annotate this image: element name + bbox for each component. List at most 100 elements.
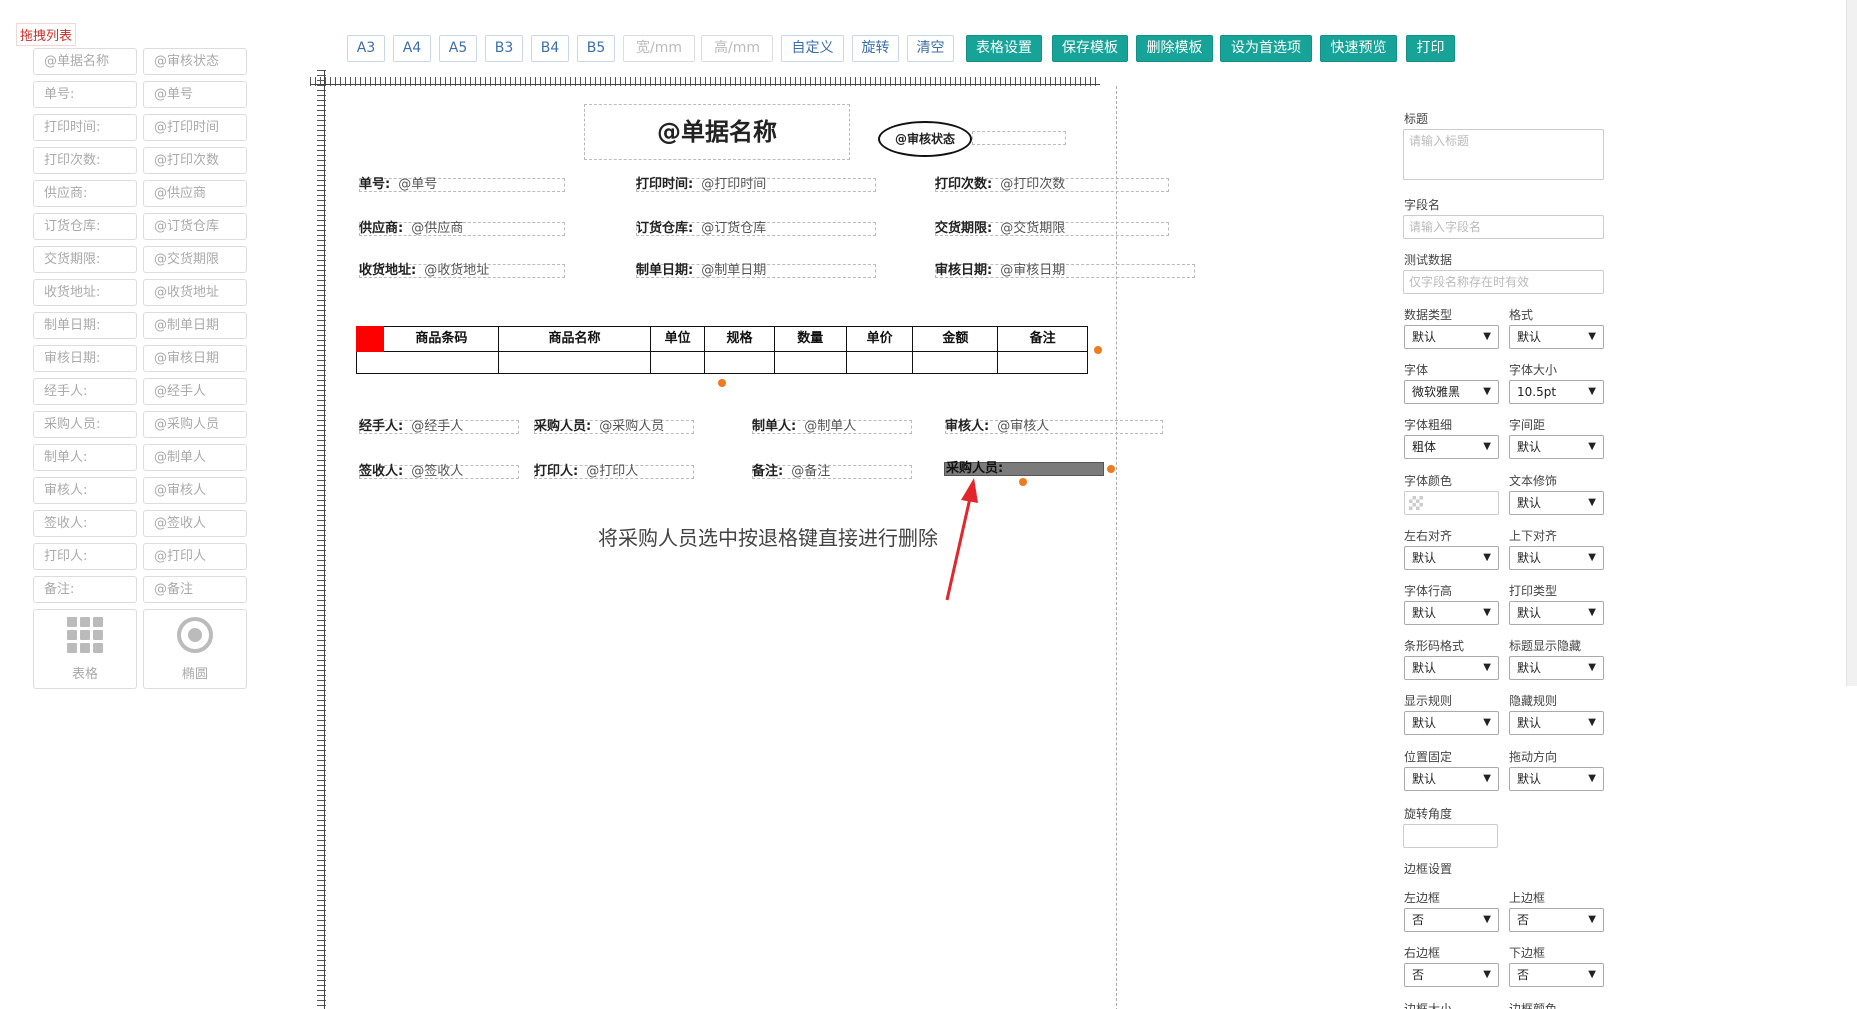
font-color-picker[interactable] <box>1404 491 1499 515</box>
palette-item-value[interactable]: @供应商 <box>143 180 247 207</box>
canvas-field[interactable]: 交货期限: @交货期限 <box>935 222 1065 236</box>
palette-item-value[interactable]: @备注 <box>143 576 247 603</box>
palette-item-value[interactable]: @经手人 <box>143 378 247 405</box>
table-column-header[interactable]: 单价 <box>847 327 914 351</box>
print-button[interactable]: 打印 <box>1406 35 1455 62</box>
property-select[interactable]: 10.5pt ▼ <box>1509 380 1604 404</box>
table-cell[interactable] <box>913 352 999 373</box>
property-select[interactable]: 默认 ▼ <box>1509 767 1604 791</box>
palette-item-label[interactable]: @单据名称 <box>33 48 137 75</box>
palette-item-label[interactable]: 经手人: <box>33 378 137 405</box>
property-select[interactable]: 默认 ▼ <box>1509 601 1604 625</box>
property-select[interactable]: 默认 ▼ <box>1404 656 1499 680</box>
custom-size-button[interactable]: 自定义 <box>781 35 844 62</box>
palette-item-value[interactable]: @审核状态 <box>143 48 247 75</box>
palette-item-value[interactable]: @签收人 <box>143 510 247 537</box>
ellipse-tool[interactable]: 椭圆 <box>143 609 247 689</box>
title-input[interactable]: 请输入标题 <box>1403 129 1604 180</box>
property-select[interactable]: 默认 ▼ <box>1404 601 1499 625</box>
palette-item-label[interactable]: 打印时间: <box>33 114 137 141</box>
palette-item-value[interactable]: @制单日期 <box>143 312 247 339</box>
size-b4-button[interactable]: B4 <box>531 35 569 62</box>
palette-item-label[interactable]: 单号: <box>33 81 137 108</box>
test-data-input[interactable]: 仅字段名称存在时有效 <box>1403 270 1604 294</box>
canvas-field[interactable]: 签收人: @签收人 <box>359 465 463 479</box>
page-scrollbar[interactable] <box>1846 0 1857 686</box>
resize-handle[interactable] <box>1019 478 1027 486</box>
canvas-field[interactable]: 单号: @单号 <box>359 178 437 192</box>
canvas-field[interactable]: 供应商: @供应商 <box>359 222 463 236</box>
table-settings-button[interactable]: 表格设置 <box>966 35 1042 62</box>
table-cell[interactable] <box>705 352 775 373</box>
width-input[interactable]: 宽/mm <box>623 35 695 62</box>
palette-item-value[interactable]: @审核日期 <box>143 345 247 372</box>
palette-item-value[interactable]: @交货期限 <box>143 246 247 273</box>
palette-item-value[interactable]: @单号 <box>143 81 247 108</box>
height-input[interactable]: 高/mm <box>701 35 773 62</box>
table-column-header[interactable]: 备注 <box>998 327 1087 351</box>
palette-item-label[interactable]: 制单日期: <box>33 312 137 339</box>
rotation-input[interactable] <box>1403 824 1498 848</box>
resize-handle[interactable] <box>1107 465 1115 473</box>
palette-item-value[interactable]: @制单人 <box>143 444 247 471</box>
property-select[interactable]: 默认 ▼ <box>1509 325 1604 349</box>
palette-item-value[interactable]: @审核人 <box>143 477 247 504</box>
table-column-header[interactable]: 商品名称 <box>499 327 652 351</box>
table-column-header[interactable]: 单位 <box>651 327 706 351</box>
document-title-field[interactable]: @单据名称 <box>584 104 850 160</box>
table-cell[interactable] <box>651 352 706 373</box>
table-handle[interactable] <box>356 326 384 352</box>
canvas-field[interactable]: 订货仓库: @订货仓库 <box>636 222 766 236</box>
canvas-field[interactable]: 制单日期: @制单日期 <box>636 264 766 278</box>
canvas-field[interactable]: 打印时间: @打印时间 <box>636 178 766 192</box>
table-tool[interactable]: 表格 <box>33 609 137 689</box>
canvas-field[interactable]: 审核日期: @审核日期 <box>935 264 1065 278</box>
palette-item-label[interactable]: 备注: <box>33 576 137 603</box>
audit-status-ellipse[interactable]: @审核状态 <box>878 121 972 157</box>
canvas-field[interactable]: 打印人: @打印人 <box>534 465 638 479</box>
size-b5-button[interactable]: B5 <box>577 35 615 62</box>
property-select[interactable]: 默认 ▼ <box>1404 546 1499 570</box>
table-column-header[interactable]: 金额 <box>913 327 999 351</box>
palette-item-label[interactable]: 订货仓库: <box>33 213 137 240</box>
palette-item-label[interactable]: 收货地址: <box>33 279 137 306</box>
palette-item-value[interactable]: @订货仓库 <box>143 213 247 240</box>
property-select[interactable]: 否 ▼ <box>1509 908 1604 932</box>
canvas-field[interactable]: 打印次数: @打印次数 <box>935 178 1065 192</box>
palette-item-label[interactable]: 采购人员: <box>33 411 137 438</box>
property-select[interactable]: 默认 ▼ <box>1509 435 1604 459</box>
resize-handle[interactable] <box>1094 346 1102 354</box>
property-select[interactable]: 默认 ▼ <box>1404 767 1499 791</box>
property-select[interactable]: 默认 ▼ <box>1509 491 1604 515</box>
rotate-button[interactable]: 旋转 <box>852 35 899 62</box>
palette-item-label[interactable]: 打印人: <box>33 543 137 570</box>
palette-item-value[interactable]: @收货地址 <box>143 279 247 306</box>
property-select[interactable]: 默认 ▼ <box>1509 711 1604 735</box>
canvas-field[interactable]: 审核人: @审核人 <box>945 420 1049 434</box>
palette-item-label[interactable]: 签收人: <box>33 510 137 537</box>
set-preferred-button[interactable]: 设为首选项 <box>1220 35 1312 62</box>
table-column-header[interactable]: 规格 <box>705 327 775 351</box>
resize-handle[interactable] <box>718 379 726 387</box>
goods-table[interactable]: 商品条码 商品名称 单位 规格 数量 单价 金额 备注 <box>356 326 1088 374</box>
canvas-field[interactable]: 经手人: @经手人 <box>359 420 463 434</box>
table-cell[interactable] <box>847 352 914 373</box>
table-column-header[interactable]: 数量 <box>775 327 847 351</box>
delete-template-button[interactable]: 删除模板 <box>1136 35 1213 62</box>
quick-preview-button[interactable]: 快速预览 <box>1320 35 1397 62</box>
palette-item-label[interactable]: 审核日期: <box>33 345 137 372</box>
palette-item-value[interactable]: @打印人 <box>143 543 247 570</box>
property-select[interactable]: 默认 ▼ <box>1404 325 1499 349</box>
property-select[interactable]: 微软雅黑 ▼ <box>1404 380 1499 404</box>
palette-item-value[interactable]: @打印次数 <box>143 147 247 174</box>
property-select[interactable]: 默认 ▼ <box>1509 546 1604 570</box>
canvas-field[interactable]: 备注: @备注 <box>752 465 830 479</box>
size-b3-button[interactable]: B3 <box>485 35 523 62</box>
size-a5-button[interactable]: A5 <box>439 35 477 62</box>
palette-item-value[interactable]: @采购人员 <box>143 411 247 438</box>
palette-item-label[interactable]: 打印次数: <box>33 147 137 174</box>
canvas-field[interactable]: 采购人员: @采购人员 <box>534 420 664 434</box>
palette-item-label[interactable]: 审核人: <box>33 477 137 504</box>
field-name-input[interactable]: 请输入字段名 <box>1403 215 1604 239</box>
table-cell[interactable] <box>499 352 652 373</box>
